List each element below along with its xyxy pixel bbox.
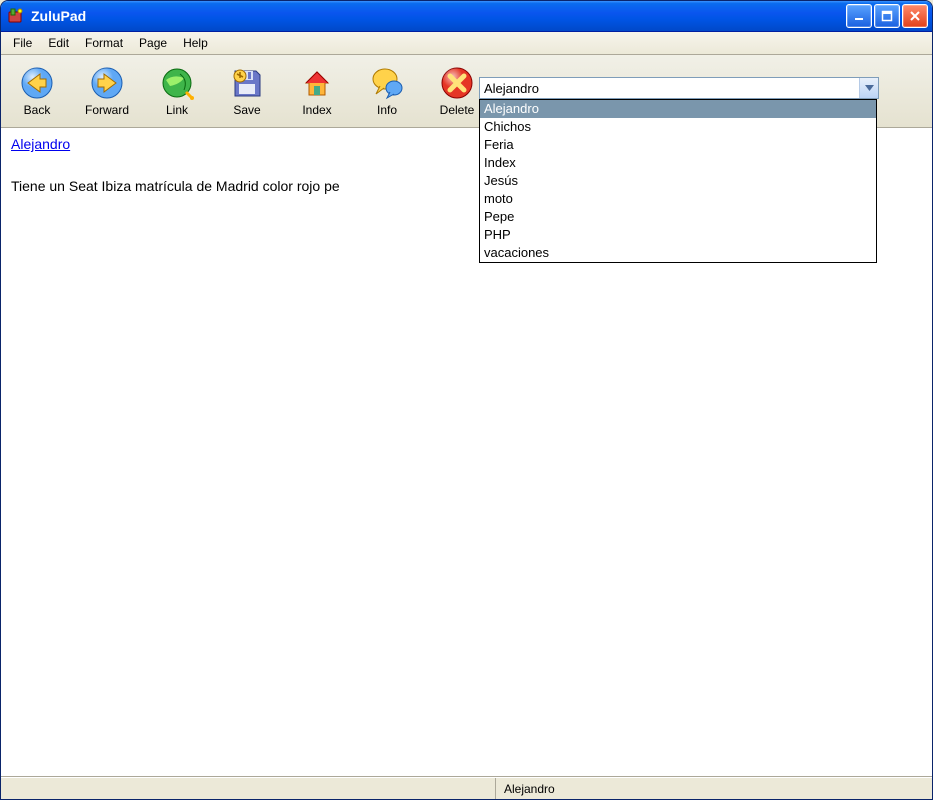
dropdown-option[interactable]: Index: [480, 154, 876, 172]
floppy-icon: [229, 65, 265, 101]
home-icon: [299, 65, 335, 101]
menu-help[interactable]: Help: [175, 34, 216, 52]
index-button[interactable]: Index: [289, 65, 345, 117]
dropdown-option[interactable]: moto: [480, 190, 876, 208]
save-button[interactable]: Save: [219, 65, 275, 117]
statusbar-left: [1, 778, 495, 800]
titlebar[interactable]: ZuluPad: [1, 1, 932, 32]
dropdown-option[interactable]: Feria: [480, 136, 876, 154]
menu-file[interactable]: File: [5, 34, 40, 52]
dropdown-option[interactable]: Jesús: [480, 172, 876, 190]
chevron-down-icon[interactable]: [859, 78, 878, 98]
wiki-link[interactable]: Alejandro: [11, 136, 70, 152]
forward-button[interactable]: Forward: [79, 65, 135, 117]
dropdown-option[interactable]: vacaciones: [480, 244, 876, 262]
menu-edit[interactable]: Edit: [40, 34, 77, 52]
window-controls: [846, 4, 928, 28]
toolbar-buttons: Back Forward: [9, 65, 485, 117]
toolbar: Back Forward: [1, 55, 932, 128]
link-button[interactable]: Link: [149, 65, 205, 117]
save-label: Save: [233, 103, 260, 117]
arrow-right-icon: [89, 65, 125, 101]
menubar: File Edit Format Page Help: [1, 32, 932, 55]
app-window: ZuluPad File Edit Format Page Help: [0, 0, 933, 800]
dropdown-option[interactable]: Chichos: [480, 118, 876, 136]
info-label: Info: [377, 103, 397, 117]
back-label: Back: [24, 103, 51, 117]
index-label: Index: [302, 103, 331, 117]
statusbar: Alejandro: [1, 777, 932, 800]
delete-button[interactable]: Delete: [429, 65, 485, 117]
page-selector-combo[interactable]: Alejandro: [479, 77, 879, 99]
close-button[interactable]: [902, 4, 928, 28]
statusbar-page-name: Alejandro: [495, 778, 563, 800]
link-globe-icon: [159, 65, 195, 101]
menu-page[interactable]: Page: [131, 34, 175, 52]
delete-x-icon: [439, 65, 475, 101]
back-button[interactable]: Back: [9, 65, 65, 117]
window-title: ZuluPad: [31, 8, 846, 24]
dropdown-option[interactable]: Alejandro: [480, 100, 876, 118]
minimize-button[interactable]: [846, 4, 872, 28]
menu-format[interactable]: Format: [77, 34, 131, 52]
dropdown-option[interactable]: PHP: [480, 226, 876, 244]
info-bubble-icon: [369, 65, 405, 101]
app-icon: [7, 7, 25, 25]
arrow-left-icon: [19, 65, 55, 101]
forward-label: Forward: [85, 103, 129, 117]
delete-label: Delete: [440, 103, 475, 117]
maximize-button[interactable]: [874, 4, 900, 28]
info-button[interactable]: Info: [359, 65, 415, 117]
page-selector-dropdown: Alejandro Chichos Feria Index Jesús moto…: [479, 99, 877, 263]
page-selector-value: Alejandro: [480, 81, 859, 96]
page-selector: Alejandro Alejandro Chichos Feria Index …: [479, 77, 879, 99]
link-label: Link: [166, 103, 188, 117]
dropdown-option[interactable]: Pepe: [480, 208, 876, 226]
